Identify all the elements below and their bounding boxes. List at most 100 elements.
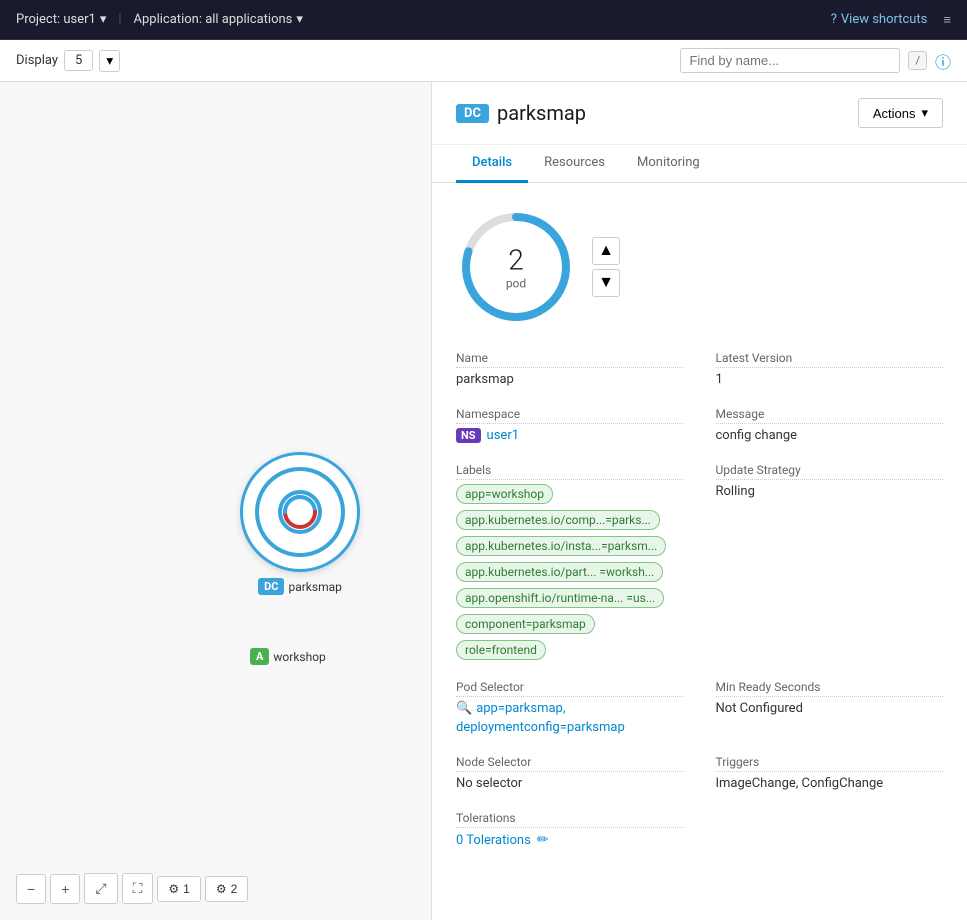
count1-val: 1 [183, 882, 190, 896]
topo-count-1-button[interactable]: ⚙ 1 [157, 876, 200, 902]
list-icon[interactable]: ≡ [943, 12, 951, 28]
node-selector-value: No selector [456, 776, 684, 791]
actions-button[interactable]: Actions ▾ [858, 98, 943, 128]
topology-canvas[interactable]: DC parksmap A workshop [0, 82, 431, 920]
labels-label: Labels [456, 463, 684, 480]
topology-panel: DC parksmap A workshop − + ⤢ ⛶ ⚙ 1 [0, 82, 432, 920]
workshop-node-label: workshop [273, 650, 325, 664]
pod-controls: ▲ ▼ [592, 237, 620, 297]
edit-icon[interactable]: ✏ [537, 832, 549, 848]
zoom-out-button[interactable]: − [16, 874, 46, 904]
view-shortcuts-link[interactable]: ? View shortcuts [831, 12, 928, 27]
detail-app-name: parksmap [497, 101, 586, 125]
label-tag-6[interactable]: role=frontend [456, 640, 546, 660]
project-dropdown-icon: ▾ [100, 12, 107, 27]
pod-label: pod [506, 277, 526, 291]
second-bar: Display 5 ▾ / ⓘ [0, 40, 967, 82]
display-control: Display 5 ▾ [16, 50, 120, 72]
parksmap-node-label: parksmap [288, 580, 341, 594]
name-value: parksmap [456, 372, 684, 387]
detail-title: DC parksmap [456, 101, 586, 125]
label-tag-3[interactable]: app.kubernetes.io/part... =worksh... [456, 562, 663, 582]
tolerations-label: Tolerations [456, 811, 684, 828]
top-bar-right: ? View shortcuts ≡ [831, 12, 951, 28]
message-label: Message [716, 407, 944, 424]
topology-node-parksmap[interactable]: DC parksmap [240, 452, 360, 595]
pod-number: 2 [506, 244, 526, 277]
tabs: Details Resources Monitoring [432, 145, 967, 183]
tab-monitoring[interactable]: Monitoring [621, 145, 716, 183]
zoom-controls: − + ⤢ ⛶ ⚙ 1 ⚙ 2 [16, 873, 248, 904]
detail-panel: DC parksmap Actions ▾ Details Resources … [432, 82, 967, 920]
zoom-in-button[interactable]: + [50, 874, 80, 904]
latest-version-label: Latest Version [716, 351, 944, 368]
topology-node-workshop[interactable]: A workshop [250, 642, 326, 665]
fit-to-screen-button[interactable]: ⤢ [84, 873, 117, 904]
expand-button[interactable]: ⛶ [122, 873, 154, 904]
info-grid: Name parksmap Latest Version 1 Namespace… [456, 351, 943, 848]
detail-dc-badge: DC [456, 104, 489, 123]
ns-link[interactable]: user1 [487, 428, 519, 443]
update-strategy-value: Rolling [716, 484, 944, 499]
label-tag-2[interactable]: app.kubernetes.io/insta...=parksm... [456, 536, 666, 556]
pod-decrease-button[interactable]: ▼ [592, 269, 620, 297]
parksmap-dc-badge: DC [258, 578, 284, 595]
project-selector[interactable]: Project: user1 ▾ [16, 12, 106, 27]
pod-circle: 2 pod [456, 207, 576, 327]
count2-val: 2 [231, 882, 238, 896]
main-layout: DC parksmap A workshop − + ⤢ ⛶ ⚙ 1 [0, 82, 967, 920]
project-label: Project: user1 [16, 12, 96, 27]
top-bar-left: Project: user1 ▾ | Application: all appl… [16, 12, 303, 27]
label-tag-5[interactable]: component=parksmap [456, 614, 595, 634]
pod-selector-value-1: app=parksmap, [476, 701, 565, 716]
parksmap-sync-icon [275, 487, 325, 537]
parksmap-node-inner [255, 467, 345, 557]
update-strategy-section: Update Strategy Rolling [716, 463, 944, 660]
detail-content: 2 pod ▲ ▼ Name parksmap Latest [432, 183, 967, 872]
topo-count-2-button[interactable]: ⚙ 2 [205, 876, 248, 902]
view-shortcuts-label: View shortcuts [841, 12, 928, 27]
app-label: Application: all applications [134, 12, 293, 27]
namespace-label: Namespace [456, 407, 684, 424]
latest-version-value: 1 [716, 372, 944, 387]
app-selector[interactable]: Application: all applications ▾ [134, 12, 303, 27]
pod-selector-section: Pod Selector 🔍 app=parksmap, deploymentc… [456, 680, 684, 735]
search-shortcut: / [908, 51, 927, 70]
label-tag-4[interactable]: app.openshift.io/runtime-na... =us... [456, 588, 664, 608]
detail-header: DC parksmap Actions ▾ [432, 82, 967, 145]
tolerations-section: Tolerations 0 Tolerations ✏ [456, 811, 684, 848]
min-ready-seconds-section: Min Ready Seconds Not Configured [716, 680, 944, 735]
message-value: config change [716, 428, 944, 443]
name-section: Name parksmap [456, 351, 684, 387]
actions-label: Actions [873, 106, 916, 121]
search-input[interactable] [680, 48, 900, 73]
label-tags: app=workshop app.kubernetes.io/comp...=p… [456, 484, 684, 660]
count1-icon: ⚙ [168, 882, 179, 896]
triggers-section: Triggers ImageChange, ConfigChange [716, 755, 944, 791]
label-tag-1[interactable]: app.kubernetes.io/comp...=parks... [456, 510, 660, 530]
search-icon: 🔍 [456, 701, 472, 716]
label-tag-0[interactable]: app=workshop [456, 484, 553, 504]
pod-increase-button[interactable]: ▲ [592, 237, 620, 265]
display-dropdown-btn[interactable]: ▾ [99, 50, 120, 72]
info-icon[interactable]: ⓘ [935, 49, 951, 73]
top-bar: Project: user1 ▾ | Application: all appl… [0, 0, 967, 40]
tab-resources[interactable]: Resources [528, 145, 621, 183]
pod-selector-value-2: deploymentconfig=parksmap [456, 720, 625, 735]
pod-count-section: 2 pod ▲ ▼ [456, 207, 943, 327]
pod-circle-text: 2 pod [506, 244, 526, 291]
min-ready-seconds-label: Min Ready Seconds [716, 680, 944, 697]
tolerations-value: 0 Tolerations [456, 833, 531, 848]
actions-dropdown-icon: ▾ [921, 105, 928, 121]
ns-badge: NS [456, 428, 481, 443]
triggers-value: ImageChange, ConfigChange [716, 776, 944, 791]
parksmap-node-circle[interactable] [240, 452, 360, 572]
tolerations-link[interactable]: 0 Tolerations ✏ [456, 832, 684, 848]
search-bar: / ⓘ [680, 48, 951, 73]
tab-details[interactable]: Details [456, 145, 528, 183]
update-strategy-label: Update Strategy [716, 463, 944, 480]
pod-selector-link[interactable]: 🔍 app=parksmap, deploymentconfig=parksma… [456, 701, 684, 735]
display-label: Display [16, 53, 58, 68]
latest-version-section: Latest Version 1 [716, 351, 944, 387]
display-count: 5 [64, 50, 93, 71]
